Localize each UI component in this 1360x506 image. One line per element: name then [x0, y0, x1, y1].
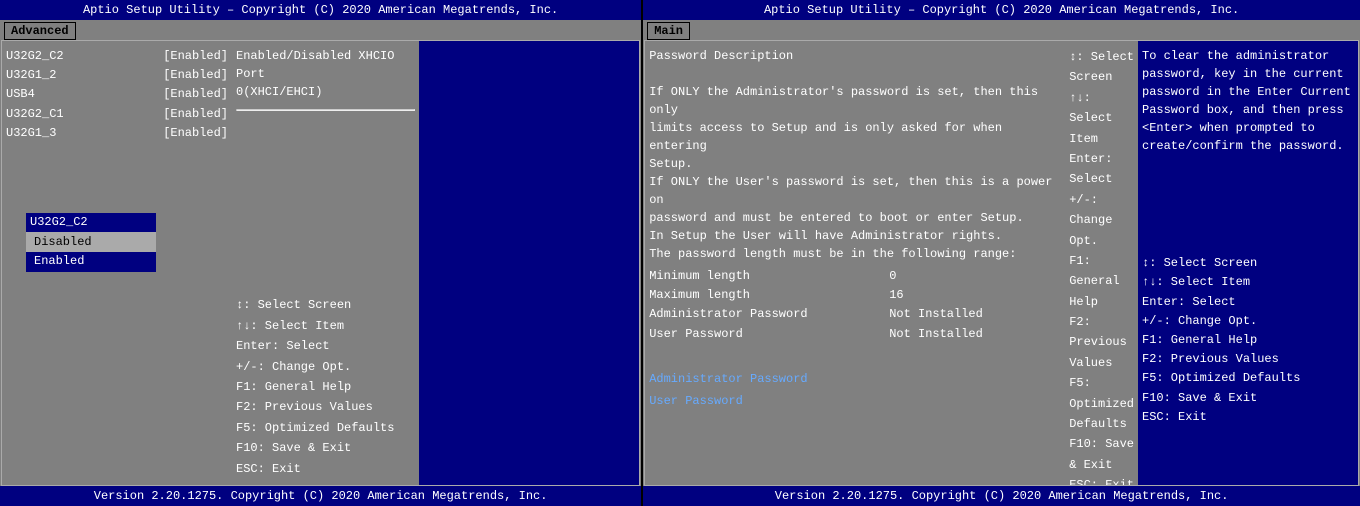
max-length-value: 16	[889, 286, 903, 305]
dropdown-u32g2c2[interactable]: U32G2_C2 Disabled Enabled	[26, 213, 156, 272]
right-left-panel: Password Description If ONLY the Adminis…	[645, 41, 1065, 485]
right-help-text: To clear the administrator password, key…	[1142, 47, 1354, 155]
password-table: Minimum length 0 Maximum length 16 Admin…	[649, 267, 1061, 344]
tab-advanced[interactable]: Advanced	[4, 22, 76, 40]
item-value: [Enabled]	[163, 85, 228, 104]
key-enter: Enter: Select	[236, 336, 415, 356]
right-footer: Version 2.20.1275. Copyright (C) 2020 Am…	[643, 486, 1360, 506]
key-change-opt: +/-: Change Opt.	[1069, 190, 1134, 251]
admin-password-link[interactable]: Administrator Password	[649, 369, 1061, 391]
key-esc-r: ESC: Exit	[1142, 408, 1354, 427]
right-center-panel: ↕: Select Screen ↑↓: Select Item Enter: …	[1065, 41, 1138, 485]
max-length-label: Maximum length	[649, 286, 889, 305]
key-enter-r: Enter: Select	[1142, 293, 1354, 312]
right-keys-section: ↕: Select Screen ↑↓: Select Item Enter: …	[1142, 254, 1354, 427]
user-pwd-value: Not Installed	[889, 325, 983, 344]
item-value: [Enabled]	[163, 105, 228, 124]
left-footer: Version 2.20.1275. Copyright (C) 2020 Am…	[0, 486, 641, 506]
key-select-item: ↑↓: Select Item	[1069, 88, 1134, 149]
key-f5: F5: Optimized Defaults	[1069, 373, 1134, 434]
key-f2-r: F2: Previous Values	[1142, 350, 1354, 369]
key-f1: F1: General Help	[236, 377, 415, 397]
item-name: USB4	[6, 85, 35, 104]
key-f5: F5: Optimized Defaults	[236, 418, 415, 438]
key-enter: Enter: Select	[1069, 149, 1134, 190]
left-bios-screen: Aptio Setup Utility – Copyright (C) 2020…	[0, 0, 641, 506]
tab-main[interactable]: Main	[647, 22, 690, 40]
key-f1-r: F1: General Help	[1142, 331, 1354, 350]
list-item[interactable]: U32G1_3 [Enabled]	[6, 124, 228, 143]
dropdown-title: U32G2_C2	[26, 213, 156, 233]
key-esc: ESC: Exit	[236, 459, 415, 479]
left-tab-bar: Advanced	[0, 20, 641, 40]
left-keys: ↕: Select Screen ↑↓: Select Item Enter: …	[236, 295, 415, 479]
key-change-opt: +/-: Change Opt.	[236, 357, 415, 377]
key-esc: ESC: Exit	[1069, 475, 1134, 486]
item-value: [Enabled]	[163, 66, 228, 85]
item-value: [Enabled]	[163, 47, 228, 66]
key-select-screen: ↕: Select Screen	[236, 295, 415, 315]
key-change-opt-r: +/-: Change Opt.	[1142, 312, 1354, 331]
key-f10: F10: Save & Exit	[1069, 434, 1134, 475]
dropdown-option-enabled[interactable]: Enabled	[26, 252, 156, 271]
right-right-panel: To clear the administrator password, key…	[1138, 41, 1358, 485]
left-items-panel: U32G2_C2 [Enabled] U32G1_2 [Enabled] USB…	[2, 41, 232, 485]
item-name: U32G2_C1	[6, 105, 64, 124]
right-tab-bar: Main	[643, 20, 1360, 40]
list-item[interactable]: U32G2_C1 [Enabled]	[6, 105, 228, 124]
list-item[interactable]: USB4 [Enabled]	[6, 85, 228, 104]
admin-pwd-label: Administrator Password	[649, 305, 889, 324]
right-content: Password Description If ONLY the Adminis…	[644, 40, 1359, 486]
key-select-screen: ↕: Select Screen	[1069, 47, 1134, 88]
key-f10-r: F10: Save & Exit	[1142, 389, 1354, 408]
right-bios-screen: Aptio Setup Utility – Copyright (C) 2020…	[643, 0, 1360, 506]
item-name: U32G1_2	[6, 66, 56, 85]
list-item[interactable]: U32G1_2 [Enabled]	[6, 66, 228, 85]
left-right-panel	[419, 41, 639, 485]
min-length-value: 0	[889, 267, 896, 286]
left-help-text: Enabled/Disabled XHCIO Port0(XHCI/EHCI)	[236, 47, 415, 105]
key-select-item: ↑↓: Select Item	[236, 316, 415, 336]
key-select-item-r: ↑↓: Select Item	[1142, 273, 1354, 292]
item-name: U32G1_3	[6, 124, 56, 143]
key-f1: F1: General Help	[1069, 251, 1134, 312]
user-password-link[interactable]: User Password	[649, 391, 1061, 413]
key-f2: F2: Previous Values	[236, 397, 415, 417]
min-length-label: Minimum length	[649, 267, 889, 286]
list-item[interactable]: U32G2_C2 [Enabled]	[6, 47, 228, 66]
right-title: Aptio Setup Utility – Copyright (C) 2020…	[643, 0, 1360, 20]
dropdown-option-disabled[interactable]: Disabled	[26, 233, 156, 252]
password-description: Password Description If ONLY the Adminis…	[649, 47, 1061, 263]
item-name: U32G2_C2	[6, 47, 64, 66]
key-f2: F2: Previous Values	[1069, 312, 1134, 373]
key-select-screen-r: ↕: Select Screen	[1142, 254, 1354, 273]
right-keys: ↕: Select Screen ↑↓: Select Item Enter: …	[1069, 47, 1134, 486]
left-content: U32G2_C2 [Enabled] U32G1_2 [Enabled] USB…	[1, 40, 640, 486]
left-title: Aptio Setup Utility – Copyright (C) 2020…	[0, 0, 641, 20]
user-pwd-label: User Password	[649, 325, 889, 344]
key-f10: F10: Save & Exit	[236, 438, 415, 458]
left-center-panel: Enabled/Disabled XHCIO Port0(XHCI/EHCI) …	[232, 41, 419, 485]
password-links: Administrator Password User Password	[649, 369, 1061, 412]
item-value: [Enabled]	[163, 124, 228, 143]
key-f5-r: F5: Optimized Defaults	[1142, 369, 1354, 388]
admin-pwd-value: Not Installed	[889, 305, 983, 324]
